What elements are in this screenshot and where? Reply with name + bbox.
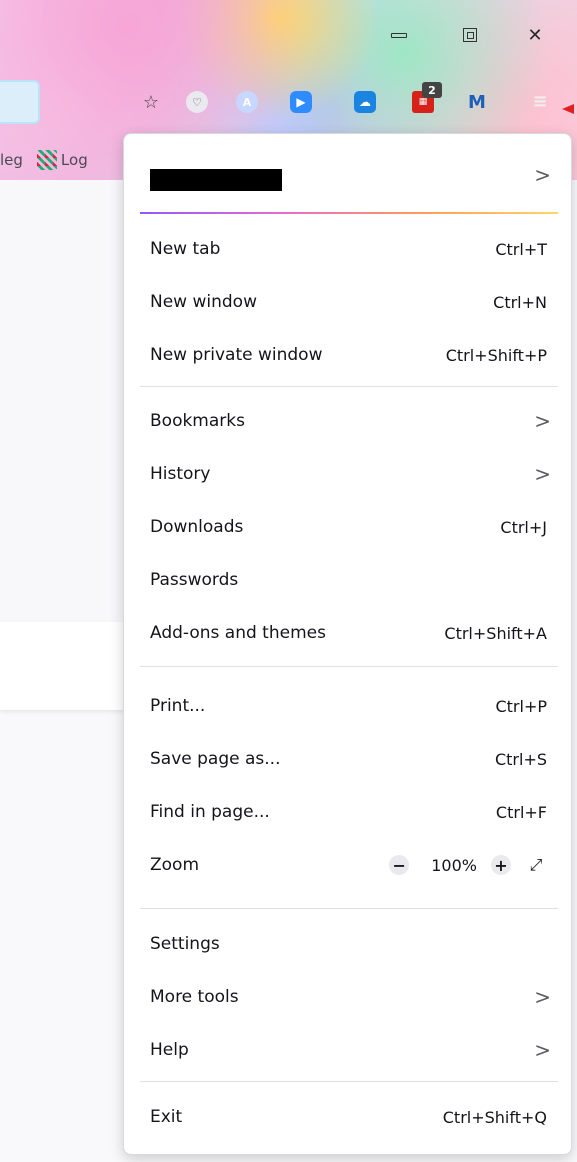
menu-item-label: Bookmarks: [150, 411, 245, 431]
menu-item-label: New private window: [150, 345, 323, 365]
menu-item-label: Add-ons and themes: [150, 623, 326, 643]
menu-separator: [140, 908, 558, 909]
notification-badge: 2: [422, 82, 442, 98]
menu-separator: [140, 386, 558, 387]
malwarebytes-extension-icon[interactable]: M: [466, 91, 488, 113]
menu-item-shortcut: Ctrl+S: [494, 749, 547, 769]
red-arrow-icon: [562, 104, 574, 114]
menu-item-find-in-page[interactable]: Find in page... Ctrl+F: [124, 790, 573, 834]
redacted-account-name: [150, 169, 282, 191]
bookmark-star-icon[interactable]: ☆: [140, 91, 162, 113]
chevron-right-icon: >: [534, 462, 551, 486]
page-card: [0, 622, 140, 710]
menu-item-label: Passwords: [150, 570, 239, 590]
zoom-reset-button[interactable]: 100%: [431, 856, 477, 875]
account-extension-icon[interactable]: A: [236, 91, 258, 113]
bookmarks-bar: leg Log: [0, 140, 102, 180]
menu-separator: [140, 666, 558, 667]
chevron-right-icon: >: [534, 1038, 551, 1062]
menu-item-label: Zoom: [150, 855, 200, 875]
menu-item-new-window[interactable]: New window Ctrl+N: [124, 280, 573, 324]
menu-item-label: New window: [150, 292, 257, 312]
restore-icon: [463, 28, 477, 42]
pocket-icon[interactable]: ♡: [186, 91, 208, 113]
menu-item-settings[interactable]: Settings: [124, 922, 573, 966]
maximize-button[interactable]: [455, 22, 485, 48]
menu-item-more-tools[interactable]: More tools >: [124, 975, 573, 1019]
menu-item-shortcut: Ctrl+Shift+P: [445, 345, 547, 365]
zoom-in-button[interactable]: +: [491, 855, 511, 875]
menu-item-shortcut: Ctrl+T: [495, 239, 547, 259]
minimize-button[interactable]: [384, 22, 414, 48]
menu-item-print[interactable]: Print... Ctrl+P: [124, 684, 573, 728]
hamburger-menu-icon[interactable]: ≡: [531, 93, 549, 111]
account-divider: [140, 212, 558, 214]
bookmark-item[interactable]: Log: [36, 150, 88, 170]
address-bar[interactable]: [0, 80, 40, 124]
menu-item-shortcut: Ctrl+Shift+A: [444, 623, 547, 643]
menu-item-bookmarks[interactable]: Bookmarks >: [124, 399, 573, 443]
menu-item-label: History: [150, 464, 211, 484]
menu-item-passwords[interactable]: Passwords: [124, 558, 573, 602]
chevron-right-icon: >: [534, 409, 551, 433]
menu-item-label: New tab: [150, 239, 221, 259]
menu-item-label: More tools: [150, 987, 239, 1007]
app-menu: > New tab Ctrl+T New window Ctrl+N New priva…: [123, 133, 572, 1155]
menu-item-label: Find in page...: [150, 802, 270, 822]
chevron-right-icon: >: [534, 985, 551, 1009]
menu-item-zoom: Zoom − 100% + ⤢: [124, 843, 573, 887]
menu-item-history[interactable]: History >: [124, 452, 573, 496]
menu-item-shortcut: Ctrl+Shift+Q: [442, 1107, 547, 1127]
fullscreen-icon[interactable]: ⤢: [525, 854, 547, 876]
menu-item-downloads[interactable]: Downloads Ctrl+J: [124, 505, 573, 549]
minimize-icon: [391, 32, 407, 38]
menu-item-add-ons-and-themes[interactable]: Add-ons and themes Ctrl+Shift+A: [124, 611, 573, 655]
menu-item-save-page-as[interactable]: Save page as... Ctrl+S: [124, 737, 573, 781]
zoom-controls: − 100% + ⤢: [389, 854, 547, 876]
video-call-extension-icon[interactable]: ▶: [290, 91, 312, 113]
menu-item-help[interactable]: Help >: [124, 1028, 573, 1072]
close-button[interactable]: ✕: [520, 22, 550, 48]
menu-item-shortcut: Ctrl+P: [495, 696, 547, 716]
menu-item-shortcut: Ctrl+J: [500, 517, 547, 537]
menu-item-new-tab[interactable]: New tab Ctrl+T: [124, 227, 573, 271]
bookmark-favicon-icon: [36, 150, 57, 170]
menu-item-shortcut: Ctrl+F: [495, 802, 547, 822]
zoom-out-button[interactable]: −: [389, 855, 410, 875]
menu-item-exit[interactable]: Exit Ctrl+Shift+Q: [124, 1095, 573, 1139]
account-row[interactable]: >: [124, 134, 573, 214]
menu-item-label: Help: [150, 1040, 189, 1060]
close-icon: ✕: [527, 24, 543, 46]
menu-item-new-private-window[interactable]: New private window Ctrl+Shift+P: [124, 333, 573, 377]
menu-item-shortcut: Ctrl+N: [493, 292, 547, 312]
chevron-right-icon: >: [534, 163, 551, 187]
menu-item-label: Print...: [150, 696, 206, 716]
bookmark-item[interactable]: leg: [0, 151, 23, 169]
menu-item-label: Downloads: [150, 517, 244, 537]
menu-item-label: Save page as...: [150, 749, 281, 769]
cloud-extension-icon[interactable]: ☁: [354, 91, 376, 113]
page-panel: [0, 180, 140, 623]
menu-item-label: Exit: [150, 1107, 183, 1127]
menu-item-label: Settings: [150, 934, 220, 954]
menu-separator: [140, 1081, 558, 1082]
